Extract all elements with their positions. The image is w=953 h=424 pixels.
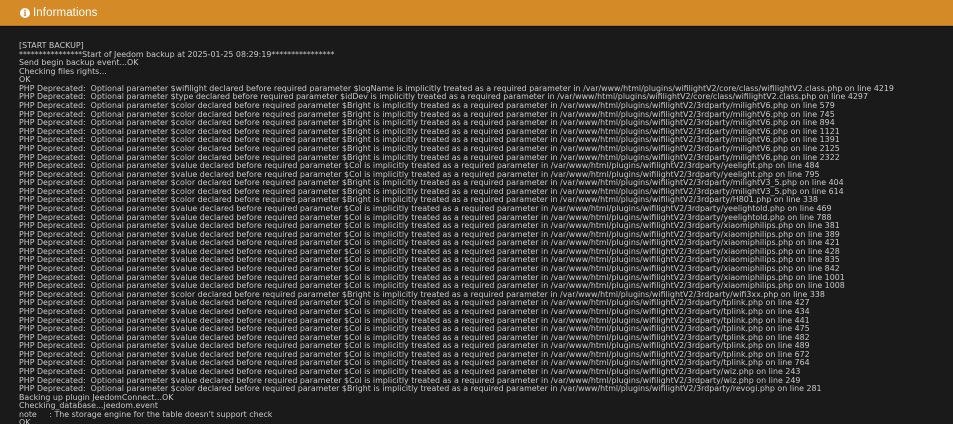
log-line: Checking files rights... [19,66,107,76]
informations-panel: i Informations [START BACKUP] ***********… [0,0,953,424]
backup-log-area[interactable]: [START BACKUP] ****************Start of J… [0,26,953,424]
log-line: OK [19,418,31,424]
log-line: ****************Start of Jeedom backup a… [19,49,335,59]
info-circle-icon: i [20,7,30,18]
log-line: note : The storage engine for the table … [19,409,273,419]
log-line: Backing up plugin JeedomConnect...OK [19,392,174,402]
panel-header: i Informations [0,0,953,26]
backup-log-text: [START BACKUP] ****************Start of J… [19,42,953,424]
panel-title: Informations [33,6,98,19]
log-line: Send begin backup event...OK [19,58,139,68]
